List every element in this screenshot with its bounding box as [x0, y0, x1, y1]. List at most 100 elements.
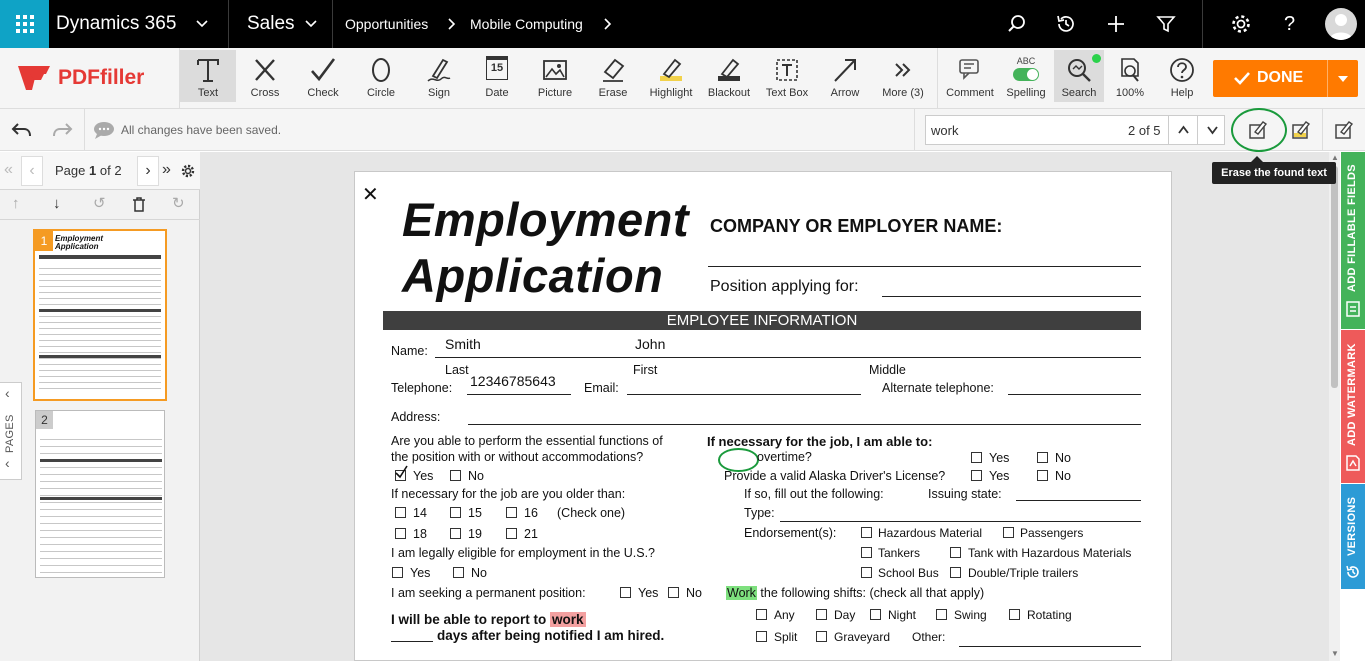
rotate-page-icon[interactable]: ↺ — [93, 194, 106, 212]
tool-help[interactable]: Help — [1156, 50, 1208, 102]
checkbox-night[interactable] — [870, 609, 881, 620]
scroll-down-arrow[interactable]: ▼ — [1331, 649, 1339, 658]
checkbox-no[interactable] — [1037, 470, 1048, 481]
gear-icon[interactable] — [1229, 12, 1253, 36]
checkbox-no[interactable] — [1037, 452, 1048, 463]
tool-search[interactable]: Search — [1054, 50, 1104, 102]
checkbox-14[interactable] — [395, 507, 406, 518]
checkbox-tankers[interactable] — [861, 547, 872, 558]
checkbox-yes[interactable] — [392, 567, 403, 578]
last-name-field[interactable]: Smith — [445, 336, 481, 352]
chevron-down-icon[interactable] — [305, 18, 317, 30]
type-field[interactable] — [780, 521, 1141, 522]
scroll-up-arrow[interactable]: ▲ — [1331, 153, 1339, 162]
gear-icon[interactable] — [180, 163, 196, 179]
issuing-state-field[interactable] — [1016, 500, 1141, 501]
avatar[interactable] — [1325, 8, 1357, 40]
checkbox-split[interactable] — [756, 631, 767, 642]
checkbox-tank-hazardous[interactable] — [950, 547, 961, 558]
checkbox-day[interactable] — [816, 609, 827, 620]
first-name-field[interactable]: John — [635, 336, 665, 352]
tool-date[interactable]: 15 Date — [469, 50, 525, 102]
highlight-found-text-button[interactable] — [1288, 117, 1314, 143]
trash-icon[interactable] — [132, 197, 146, 212]
chevron-down-icon[interactable] — [196, 18, 208, 30]
shift-other-field[interactable] — [959, 646, 1141, 647]
scrollbar-thumb[interactable] — [1331, 166, 1338, 388]
search-current-match[interactable]: Work — [726, 586, 757, 600]
filter-icon[interactable] — [1154, 12, 1178, 36]
help-icon[interactable]: ? — [1284, 0, 1295, 48]
app-launcher-button[interactable] — [0, 0, 49, 48]
company-field[interactable] — [708, 266, 1141, 267]
breadcrumb-opportunities[interactable]: Opportunities — [345, 0, 428, 48]
address-field[interactable] — [468, 424, 1141, 425]
checkbox-graveyard[interactable] — [816, 631, 827, 642]
tool-textbox[interactable]: Text Box — [759, 50, 815, 102]
done-button[interactable]: DONE — [1213, 60, 1358, 97]
redo-icon[interactable] — [52, 121, 74, 139]
prev-page-button[interactable]: ‹ — [21, 156, 43, 186]
checkbox-yes[interactable] — [395, 465, 408, 481]
checkbox-swing[interactable] — [936, 609, 947, 620]
add-watermark-tab[interactable]: ADD WATERMARK — [1341, 330, 1365, 483]
checkbox-rotating[interactable] — [1009, 609, 1020, 620]
tool-spelling[interactable]: ABC Spelling — [998, 50, 1054, 102]
tool-comment[interactable]: Comment — [942, 50, 998, 102]
checkbox-21[interactable] — [506, 528, 517, 539]
telephone-field[interactable]: 12346785643 — [470, 373, 556, 389]
position-field[interactable] — [882, 296, 1141, 297]
vertical-scrollbar[interactable]: ▲ ▼ — [1329, 152, 1340, 661]
refresh-icon[interactable]: ↻ — [172, 194, 185, 212]
checkbox-yes[interactable] — [971, 470, 982, 481]
next-page-button[interactable]: › — [137, 156, 159, 186]
checkbox-hazardous[interactable] — [861, 527, 872, 538]
close-icon[interactable]: ✕ — [362, 182, 379, 207]
tool-blackout[interactable]: Blackout — [701, 50, 757, 102]
checkbox-school-bus[interactable] — [861, 567, 872, 578]
tool-check[interactable]: Check — [295, 50, 351, 102]
tool-erase[interactable]: Erase — [585, 50, 641, 102]
previous-result-button[interactable] — [1168, 116, 1197, 144]
next-result-button[interactable] — [1197, 116, 1225, 144]
search-input[interactable]: work — [931, 123, 958, 138]
breadcrumb-record[interactable]: Mobile Computing — [470, 0, 583, 48]
checkbox-16[interactable] — [506, 507, 517, 518]
checkbox-19[interactable] — [450, 528, 461, 539]
checkbox-18[interactable] — [395, 528, 406, 539]
module-name[interactable]: Sales — [247, 0, 295, 48]
search-match-highlight[interactable]: work — [550, 612, 586, 627]
tool-text[interactable]: Text — [180, 50, 236, 102]
tool-highlight[interactable]: Highlight — [643, 50, 699, 102]
tool-arrow[interactable]: Arrow — [817, 50, 873, 102]
checkbox-no[interactable] — [450, 470, 461, 481]
checkbox-15[interactable] — [450, 507, 461, 518]
undo-icon[interactable] — [10, 121, 32, 139]
days-field[interactable] — [391, 641, 433, 642]
email-field[interactable] — [627, 394, 861, 395]
page-thumbnail-2[interactable]: 2 — [35, 410, 165, 578]
first-page-button[interactable]: « — [4, 161, 13, 179]
move-page-down-icon[interactable]: ↓ — [53, 195, 61, 212]
tool-zoom[interactable]: 100% — [1105, 50, 1155, 102]
alt-telephone-field[interactable] — [1008, 394, 1141, 395]
recent-history-icon[interactable] — [1054, 12, 1078, 36]
search-icon[interactable] — [1005, 12, 1029, 36]
checkbox-yes[interactable] — [971, 452, 982, 463]
pages-collapse-tab[interactable]: ‹ PAGES ‹ — [0, 382, 22, 480]
chevron-right-icon[interactable] — [602, 18, 614, 30]
checkbox-passengers[interactable] — [1003, 527, 1014, 538]
page-thumbnail-1[interactable]: 1 Employment Application — [33, 229, 167, 401]
spelling-toggle[interactable] — [1013, 68, 1039, 81]
plus-icon[interactable] — [1104, 12, 1128, 36]
checkbox-double-triple[interactable] — [950, 567, 961, 578]
tool-cross[interactable]: Cross — [237, 50, 293, 102]
checkbox-no[interactable] — [668, 587, 679, 598]
tool-picture[interactable]: Picture — [527, 50, 583, 102]
tool-sign[interactable]: Sign — [411, 50, 467, 102]
move-page-up-icon[interactable]: ↑ — [12, 195, 20, 212]
checkbox-no[interactable] — [453, 567, 464, 578]
versions-tab[interactable]: VERSIONS — [1341, 484, 1365, 589]
app-title[interactable]: Dynamics 365 — [56, 0, 176, 48]
caret-down-icon[interactable] — [1337, 75, 1349, 83]
